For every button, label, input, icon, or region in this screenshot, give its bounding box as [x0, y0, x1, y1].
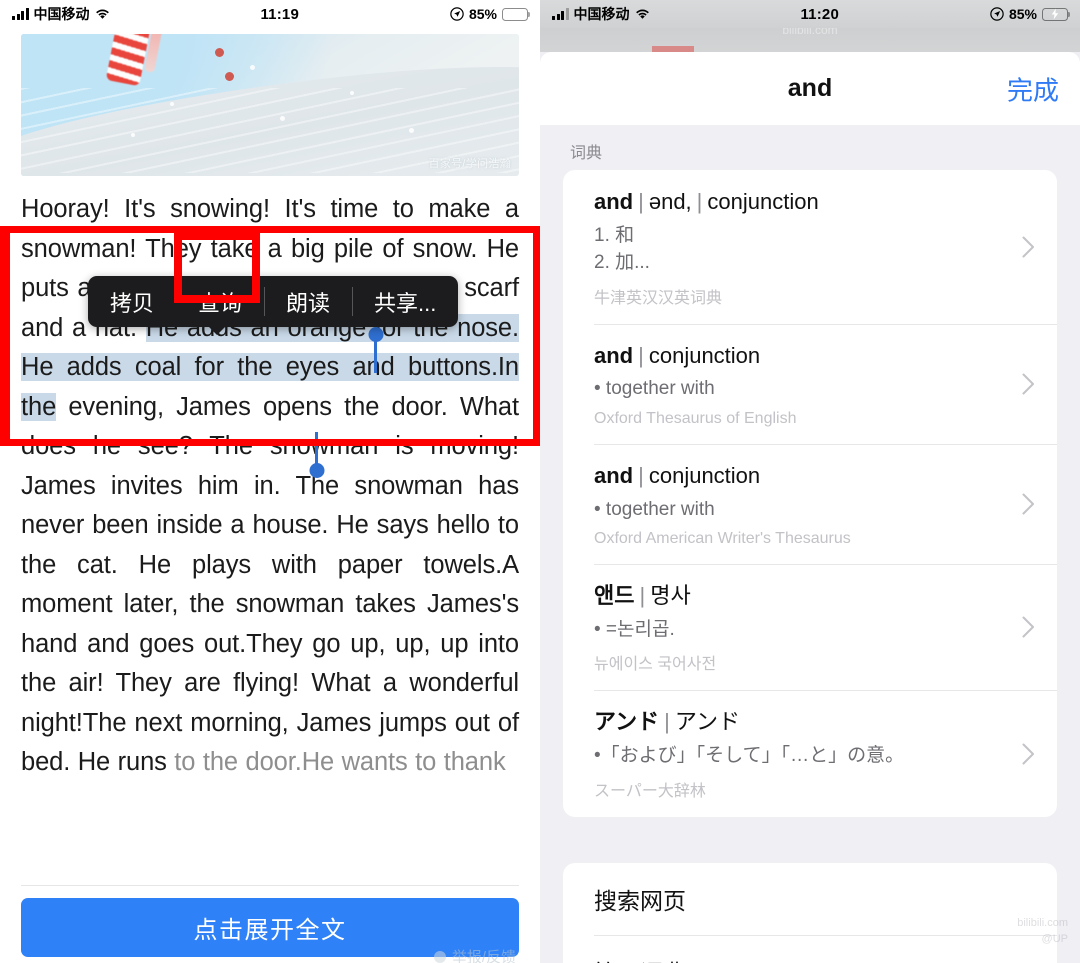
selection-handle-end[interactable] — [309, 432, 324, 478]
entry-definition-line: 2. 加... — [594, 252, 650, 274]
battery-charging-icon — [1042, 7, 1071, 21]
dictionary-section-label: 词典 — [570, 145, 603, 162]
entry-headline: アンド | アンド — [594, 709, 740, 735]
dictionary-lookup-sheet: and 完成 词典 and | ənd, | conjunction 1. 和 2. 加… — [540, 52, 1080, 963]
article-hero-image: 百家号/学问浩瀚 — [21, 34, 519, 176]
context-menu-item-copy[interactable]: 拷贝 — [88, 276, 176, 327]
page-footer-stub: 举报/反馈 — [433, 946, 516, 963]
signal-bars-icon — [552, 8, 569, 20]
action-search-web[interactable]: 搜索网页 — [563, 863, 1057, 935]
status-bar-right-group-2: 85% — [990, 6, 1071, 22]
wifi-icon — [635, 8, 650, 20]
entry-headline: and | conjunction — [594, 463, 761, 489]
battery-charging-icon — [502, 7, 531, 21]
entry-definitions: • together with — [594, 375, 1005, 403]
entry-ipa: ənd, — [648, 189, 692, 214]
article-text-faded-tail: to the door.He wants to thank — [174, 748, 506, 776]
entry-headline: and | conjunction — [594, 342, 761, 368]
entry-headline: 앤드 | 명사 — [594, 583, 691, 609]
status-bar-right: 中国移动 11:20 85% — [540, 0, 1080, 28]
entry-source: 牛津英汉汉英词典 — [594, 289, 723, 307]
entry-headline: and | ənd, | conjunction — [594, 189, 819, 214]
entry-definition-line: •「および」「そして」「…と」の意。 — [594, 745, 905, 767]
entry-definitions: • =논리곱. — [594, 616, 1005, 644]
wifi-icon — [95, 8, 110, 20]
entry-headword: 앤드 — [594, 583, 635, 609]
entry-part-of-speech: conjunction — [648, 342, 761, 368]
entry-headword: アンド — [594, 709, 660, 735]
dictionary-entry[interactable]: アンド | アンド •「および」「そして」「…と」の意。 スーパー大辞林 — [563, 690, 1057, 816]
entry-definition-line: 1. 和 — [594, 224, 635, 246]
status-bar-left-group-2: 中国移动 — [552, 4, 650, 24]
dictionary-entries-card: and | ənd, | conjunction 1. 和 2. 加... 牛津英汉汉英… — [563, 170, 1057, 817]
article-text-after-selection: evening, James opens the door. What does… — [21, 392, 519, 777]
entry-headword: and — [594, 189, 634, 214]
text-selection-context-menu[interactable]: 拷贝 查询 朗读 共享... — [88, 276, 459, 335]
sheet-actions-card: 搜索网页 管理词典 — [563, 862, 1057, 963]
carrier-label: 中国移动 — [33, 6, 90, 22]
entry-part-of-speech: conjunction — [648, 463, 761, 489]
status-bar-right-group: 85% — [450, 6, 531, 22]
selection-handle-start[interactable] — [368, 327, 383, 373]
entry-definitions: 1. 和 2. 加... — [594, 222, 1005, 277]
entry-source: スーパー大辞林 — [594, 782, 706, 800]
entry-part-of-speech: アンド — [674, 709, 740, 735]
status-bar-left: 中国移动 11:19 85% — [0, 0, 540, 28]
chevron-right-icon — [1022, 493, 1035, 515]
context-menu-item-speak[interactable]: 朗读 — [264, 276, 352, 327]
clock-label: 11:20 — [800, 5, 839, 23]
entry-source: Oxford American Writer's Thesaurus — [594, 530, 851, 548]
chevron-right-icon — [1022, 743, 1035, 765]
right-phone-screenshot: 中国移动 11:20 85% bilibili.com and 完成 词典 an… — [540, 0, 1080, 963]
context-menu-item-lookup[interactable]: 查询 — [176, 276, 264, 327]
screenshot-watermark: bilibili.com @UP — [1017, 917, 1068, 945]
location-arrow-icon — [990, 7, 1004, 21]
entry-definitions: •「および」「そして」「…と」の意。 — [594, 742, 1005, 770]
chevron-right-icon — [1022, 236, 1035, 258]
left-phone-screenshot: 中国移动 11:19 85% 百家号/学问浩瀚 Hooray! It's sno… — [0, 0, 540, 963]
entry-part-of-speech: conjunction — [707, 189, 819, 214]
entry-source: Oxford Thesaurus of English — [594, 410, 797, 428]
dimmed-background-behind-sheet: bilibili.com — [540, 23, 1080, 53]
status-bar-left-group: 中国移动 — [12, 4, 110, 24]
article-body-text[interactable]: Hooray! It's snowing! It's time to make … — [0, 176, 540, 783]
entry-source: 뉴에이스 국어사전 — [594, 656, 717, 674]
done-button[interactable]: 完成 — [1007, 70, 1059, 107]
article-view[interactable]: 百家号/学问浩瀚 Hooray! It's snowing! It's time… — [0, 34, 540, 963]
action-manage-dictionaries[interactable]: 管理词典 — [563, 934, 1057, 963]
dictionary-entry[interactable]: and | conjunction • together with Oxford T… — [563, 323, 1057, 444]
entry-definition-line: • together with — [594, 498, 715, 520]
entry-part-of-speech: 명사 — [650, 583, 691, 609]
dictionary-entry[interactable]: and | conjunction • together with Oxford A… — [563, 444, 1057, 564]
entry-definitions: • together with — [594, 496, 1005, 524]
context-menu-item-share[interactable]: 共享... — [352, 276, 458, 327]
entry-headword: and — [594, 463, 634, 489]
entry-definition-line: • =논리곱. — [594, 618, 675, 640]
sheet-title: and — [787, 74, 833, 102]
dictionary-entry[interactable]: and | ənd, | conjunction 1. 和 2. 加... 牛津英汉汉英… — [563, 170, 1057, 324]
location-arrow-icon — [450, 7, 464, 21]
entry-headword: and — [594, 342, 634, 368]
entry-definition-line: • together with — [594, 378, 715, 400]
text-fade-overlay — [0, 834, 540, 886]
sheet-header: and 完成 — [540, 52, 1080, 125]
dictionary-entry[interactable]: 앤드 | 명사 • =논리곱. 뉴에이스 국어사전 — [563, 564, 1057, 690]
battery-percent-label: 85% — [1008, 6, 1037, 22]
battery-percent-label: 85% — [468, 6, 497, 22]
image-watermark: 百家号/学问浩瀚 — [428, 158, 511, 170]
carrier-label: 中国移动 — [573, 6, 630, 22]
signal-bars-icon — [12, 8, 29, 20]
dual-screenshot-composite: 中国移动 11:19 85% 百家号/学问浩瀚 Hooray! It's sno… — [0, 0, 1080, 963]
chevron-right-icon — [1022, 616, 1035, 638]
clock-label: 11:19 — [260, 5, 299, 23]
chevron-right-icon — [1022, 373, 1035, 395]
content-divider — [21, 885, 519, 886]
